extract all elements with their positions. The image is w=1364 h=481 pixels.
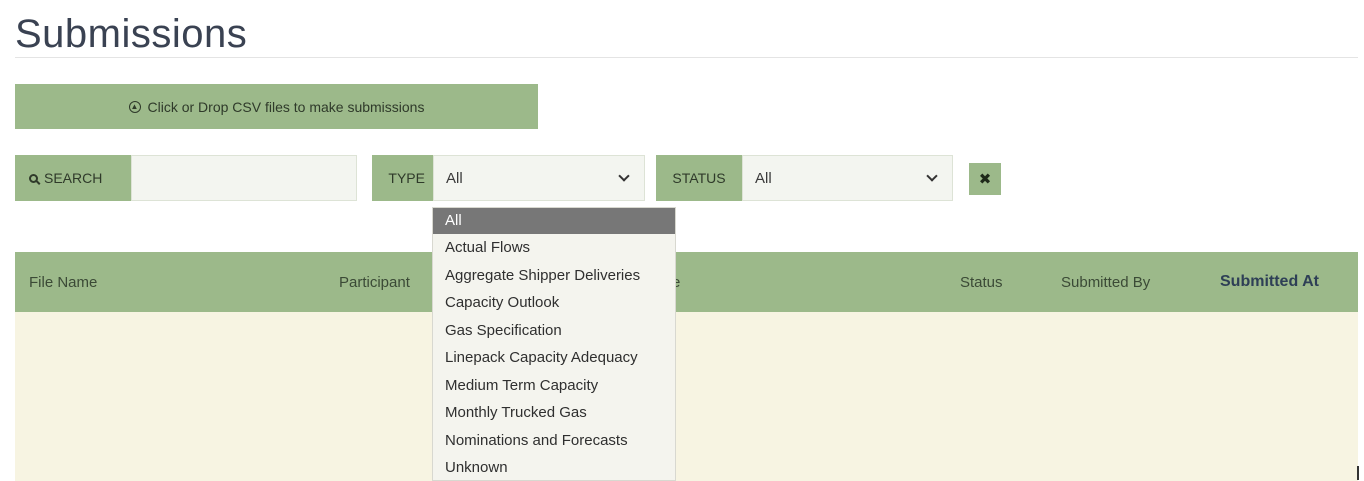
chevron-down-icon	[618, 170, 630, 182]
type-option-nominations-and-forecasts[interactable]: Nominations and Forecasts	[433, 427, 675, 455]
type-dropdown-list[interactable]: All Actual Flows Aggregate Shipper Deliv…	[432, 207, 676, 481]
type-option-monthly-trucked-gas[interactable]: Monthly Trucked Gas	[433, 399, 675, 427]
column-header-submitted-at[interactable]: Submitted At	[1220, 252, 1319, 312]
column-header-submitted-by[interactable]: Submitted By	[1061, 252, 1150, 312]
status-label-text: STATUS	[672, 170, 726, 186]
type-select[interactable]: All	[433, 155, 645, 201]
column-header-status[interactable]: Status	[960, 252, 1003, 312]
search-label-text: SEARCH	[44, 170, 103, 186]
type-option-linepack-capacity-adequacy[interactable]: Linepack Capacity Adequacy	[433, 344, 675, 372]
type-option-actual-flows[interactable]: Actual Flows	[433, 234, 675, 262]
page-title: Submissions	[15, 12, 248, 56]
clear-filters-button[interactable]: ✖	[969, 163, 1001, 195]
drop-zone-label: Click or Drop CSV files to make submissi…	[147, 98, 425, 115]
close-icon: ✖	[978, 171, 992, 188]
type-option-gas-specification[interactable]: Gas Specification	[433, 317, 675, 345]
status-select-value: All	[755, 169, 772, 187]
type-label-text: TYPE	[388, 170, 425, 186]
table-header: File Name Participant e Status Submitted…	[15, 252, 1358, 312]
upload-circle-icon: ▲	[128, 100, 141, 113]
csv-drop-zone[interactable]: ▲ Click or Drop CSV files to make submis…	[15, 84, 538, 129]
column-header-participant[interactable]: Participant	[339, 252, 410, 312]
title-divider	[15, 57, 1358, 58]
text-cursor-icon	[1357, 466, 1359, 480]
table-body	[15, 312, 1358, 481]
search-input[interactable]	[132, 156, 356, 200]
search-label: SEARCH	[15, 155, 131, 201]
type-option-aggregate-shipper-deliveries[interactable]: Aggregate Shipper Deliveries	[433, 262, 675, 290]
type-label: TYPE	[372, 155, 433, 201]
type-option-medium-term-capacity[interactable]: Medium Term Capacity	[433, 372, 675, 400]
status-select[interactable]: All	[742, 155, 953, 201]
type-option-capacity-outlook[interactable]: Capacity Outlook	[433, 289, 675, 317]
type-option-all[interactable]: All	[433, 208, 675, 234]
status-label: STATUS	[656, 155, 742, 201]
search-input-box[interactable]	[131, 155, 357, 201]
type-option-unknown[interactable]: Unknown	[433, 454, 675, 480]
chevron-down-icon	[926, 170, 938, 182]
search-icon	[29, 173, 38, 183]
column-header-file-name[interactable]: File Name	[29, 252, 97, 312]
type-select-value: All	[446, 169, 463, 187]
